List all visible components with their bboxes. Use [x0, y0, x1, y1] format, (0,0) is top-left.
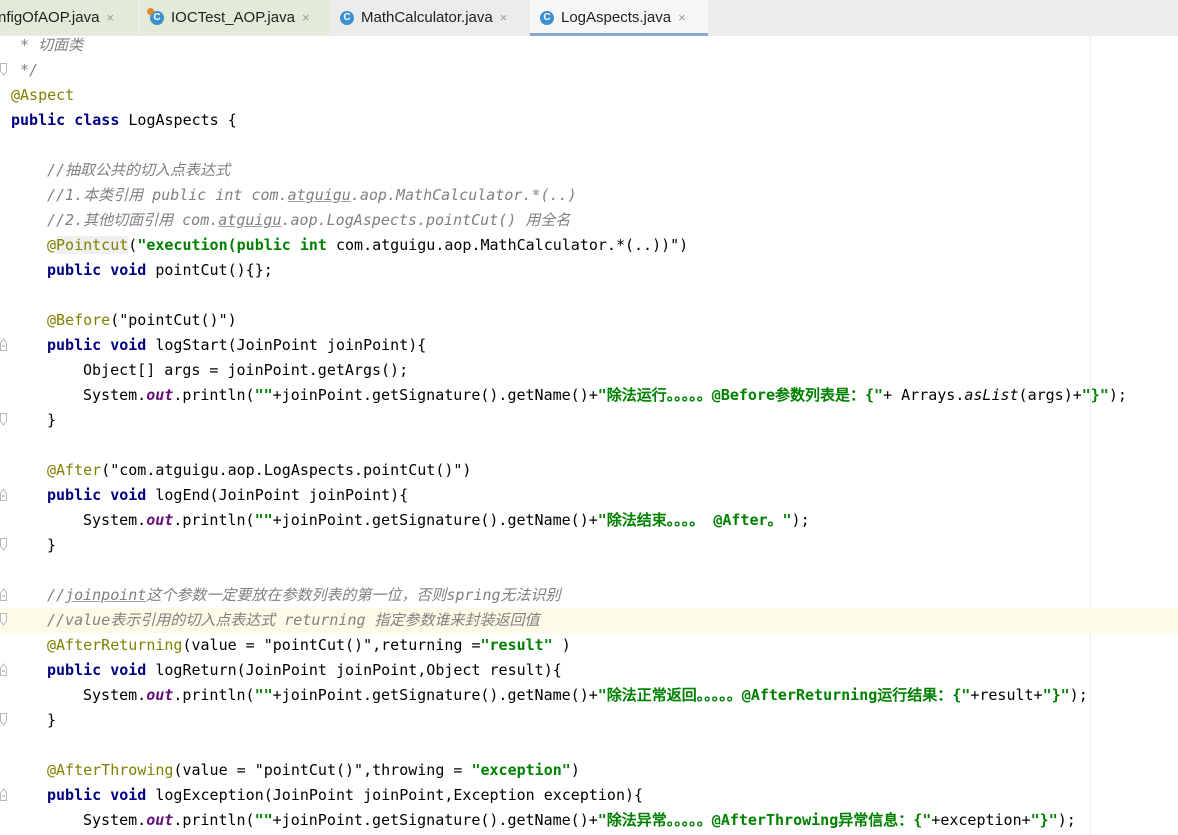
- code-line: System.out.println(""+joinPoint.getSigna…: [83, 686, 1088, 704]
- tab-config-of-aop[interactable]: nfigOfAOP.java ×: [0, 0, 138, 35]
- tab-ioctest-aop[interactable]: C IOCTest_AOP.java ×: [140, 0, 330, 35]
- code-editor[interactable]: * 切面类 */ @Aspect public class LogAspects…: [0, 36, 1178, 835]
- code-line: System.out.println(""+joinPoint.getSigna…: [83, 386, 1127, 404]
- fold-start-icon[interactable]: [0, 488, 7, 501]
- code-line: public void logStart(JoinPoint joinPoint…: [0, 333, 1178, 358]
- code-line-current: //value表示引用的切入点表达式 returning 指定参数谁来封装返回值: [0, 608, 1178, 633]
- test-class-icon: C: [147, 7, 164, 25]
- code-line: //抽取公共的切入点表达式: [47, 161, 231, 179]
- code-line: Object[] args = joinPoint.getArgs();: [83, 361, 409, 379]
- tab-label: MathCalculator.java: [361, 9, 493, 26]
- code-line: public void logEnd(JoinPoint joinPoint){: [0, 483, 1178, 508]
- fold-start-icon[interactable]: [0, 338, 7, 351]
- code-line: @AfterReturning(value = "pointCut()",ret…: [47, 636, 571, 654]
- fold-end-icon[interactable]: [0, 63, 7, 76]
- code-line: public void pointCut(){};: [47, 261, 273, 279]
- fold-start-icon[interactable]: [0, 788, 7, 801]
- code-line: //1.本类引用 public int com.atguigu.aop.Math…: [47, 186, 577, 204]
- tab-label: nfigOfAOP.java: [0, 9, 100, 26]
- class-icon: C: [340, 10, 354, 25]
- code-line: //joinpoint这个参数一定要放在参数列表的第一位，否则spring无法识…: [0, 583, 1178, 608]
- fold-end-icon[interactable]: [0, 538, 7, 551]
- tab-math-calculator[interactable]: C MathCalculator.java ×: [330, 0, 530, 35]
- close-icon[interactable]: ×: [106, 10, 114, 25]
- code-line: @Pointcut("execution(public int com.atgu…: [47, 236, 689, 254]
- tab-label: LogAspects.java: [561, 9, 672, 26]
- code-line: * 切面类: [11, 36, 84, 54]
- code-line: public void logException(JoinPoint joinP…: [0, 783, 1178, 808]
- code-line: }: [0, 408, 1178, 433]
- code-line: @Before("pointCut()"): [47, 311, 237, 329]
- code-line: */: [0, 58, 1178, 83]
- fold-end-icon[interactable]: [0, 713, 7, 726]
- fold-end-icon[interactable]: [0, 613, 7, 626]
- tab-label: IOCTest_AOP.java: [171, 9, 295, 26]
- code-line: //2.其他切面引用 com.atguigu.aop.LogAspects.po…: [47, 211, 571, 229]
- class-icon: C: [540, 10, 554, 25]
- code-line: @AfterThrowing(value = "pointCut()",thro…: [47, 761, 580, 779]
- code-line: @Aspect: [11, 86, 75, 104]
- close-icon[interactable]: ×: [500, 10, 508, 25]
- code-line: }: [0, 708, 1178, 733]
- code-line: System.out.println(""+joinPoint.getSigna…: [83, 511, 810, 529]
- tab-log-aspects[interactable]: C LogAspects.java ×: [530, 0, 708, 36]
- code-line: public class LogAspects {: [11, 111, 237, 129]
- fold-end-icon[interactable]: [0, 413, 7, 426]
- code-line: public void logReturn(JoinPoint joinPoin…: [0, 658, 1178, 683]
- close-icon[interactable]: ×: [678, 10, 686, 25]
- code-line: }: [0, 533, 1178, 558]
- fold-start-icon[interactable]: [0, 588, 7, 601]
- code-line: @After("com.atguigu.aop.LogAspects.point…: [47, 461, 472, 479]
- close-icon[interactable]: ×: [302, 10, 310, 25]
- code-line: System.out.println(""+joinPoint.getSigna…: [83, 811, 1076, 829]
- editor-tab-bar: nfigOfAOP.java × C IOCTest_AOP.java × C …: [0, 0, 1178, 37]
- fold-start-icon[interactable]: [0, 663, 7, 676]
